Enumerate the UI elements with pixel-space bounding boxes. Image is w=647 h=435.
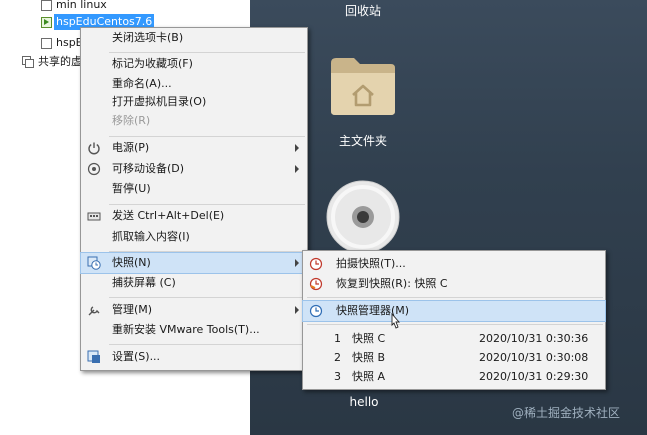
menu-separator bbox=[109, 52, 305, 53]
menu-item-label: 移除(R) bbox=[112, 114, 151, 127]
menu-item-label: 可移动设备(D) bbox=[112, 162, 185, 175]
menu-item-label: 电源(P) bbox=[112, 141, 150, 154]
menu-item-label: 关闭选项卡(B) bbox=[112, 31, 184, 44]
menu-item-label: 抓取输入内容(I) bbox=[112, 230, 190, 243]
vm-icon bbox=[41, 0, 52, 11]
watermark: @稀土掘金技术社区 bbox=[512, 406, 621, 420]
submenu-arrow-icon bbox=[295, 144, 299, 152]
snapshot-index: 3 bbox=[334, 370, 341, 383]
mouse-cursor-icon bbox=[391, 313, 400, 329]
vm-context-menu: 关闭选项卡(B) 标记为收藏项(F) 重命名(A)... 打开虚拟机目录(O) … bbox=[80, 27, 308, 371]
menu-item-label: 标记为收藏项(F) bbox=[112, 57, 193, 70]
snapshot-icon bbox=[87, 256, 101, 270]
submenu-arrow-icon bbox=[295, 165, 299, 173]
snapshot-name: 快照 A bbox=[352, 370, 386, 383]
menu-separator bbox=[307, 297, 603, 298]
menu-item-label: 管理(M) bbox=[112, 303, 153, 316]
take-snapshot-icon bbox=[309, 257, 323, 271]
library-item-min-linux[interactable]: min linux bbox=[38, 0, 238, 13]
snapshot-index: 1 bbox=[334, 332, 341, 345]
settings-icon bbox=[87, 350, 100, 363]
shared-vms-icon bbox=[22, 56, 34, 68]
library-item-label: 共享的虚 bbox=[38, 55, 82, 68]
menu-item-send-ctrl-alt-del[interactable]: 发送 Ctrl+Alt+Del(E) bbox=[81, 206, 307, 226]
menu-item-label: 拍摄快照(T)... bbox=[336, 257, 406, 270]
vm-icon bbox=[41, 38, 52, 49]
disc-icon[interactable] bbox=[326, 180, 400, 254]
menu-item-settings[interactable]: 设置(S)... bbox=[81, 347, 307, 367]
home-folder-label[interactable]: 主文件夹 bbox=[330, 132, 396, 149]
recycle-bin-label[interactable]: 回收站 bbox=[335, 2, 391, 19]
snapshot-index: 2 bbox=[334, 351, 341, 364]
menu-item-power[interactable]: 电源(P) bbox=[81, 138, 307, 158]
snapshot-time: 2020/10/31 0:29:30 bbox=[479, 370, 589, 383]
menu-item-manage[interactable]: 管理(M) bbox=[81, 300, 307, 320]
menu-item-label: 捕获屏幕 (C) bbox=[112, 276, 176, 289]
menu-item-remove[interactable]: 移除(R) bbox=[81, 111, 307, 131]
menu-item-open-vm-directory[interactable]: 打开虚拟机目录(O) bbox=[81, 92, 307, 112]
manage-icon bbox=[88, 306, 100, 316]
menu-item-revert-snapshot[interactable]: 恢复到快照(R): 快照 C bbox=[303, 274, 605, 294]
menu-item-rename[interactable]: 重命名(A)... bbox=[81, 74, 307, 94]
menu-item-pause[interactable]: 暂停(U) bbox=[81, 179, 307, 199]
snapshot-list-item[interactable]: 3 快照 A 2020/10/31 0:29:30 bbox=[303, 367, 605, 387]
menu-item-snapshot[interactable]: 快照(N) bbox=[80, 252, 308, 274]
menu-item-label: 设置(S)... bbox=[112, 350, 161, 363]
menu-item-mark-favorite[interactable]: 标记为收藏项(F) bbox=[81, 54, 307, 74]
library-item-label: min linux bbox=[56, 0, 107, 11]
revert-snapshot-icon bbox=[309, 277, 323, 291]
menu-item-close-tab[interactable]: 关闭选项卡(B) bbox=[81, 28, 307, 48]
disc-label[interactable]: hello bbox=[344, 395, 384, 409]
menu-item-label: 恢复到快照(R): 快照 C bbox=[336, 277, 448, 290]
library-item-label: hspE bbox=[56, 36, 83, 49]
menu-item-reinstall-vmware-tools[interactable]: 重新安装 VMware Tools(T)... bbox=[81, 320, 307, 340]
snapshot-manager-icon bbox=[309, 304, 323, 318]
keyboard-icon bbox=[87, 212, 101, 221]
snapshot-name: 快照 B bbox=[352, 351, 386, 364]
menu-separator bbox=[109, 136, 305, 137]
snapshot-list-item[interactable]: 2 快照 B 2020/10/31 0:30:08 bbox=[303, 348, 605, 368]
menu-item-take-snapshot[interactable]: 拍摄快照(T)... bbox=[303, 254, 605, 274]
power-icon bbox=[88, 142, 100, 155]
snapshot-submenu: 拍摄快照(T)... 恢复到快照(R): 快照 C 快照管理器(M) 1 快照 … bbox=[302, 250, 606, 390]
menu-item-label: 重命名(A)... bbox=[112, 77, 172, 90]
menu-separator bbox=[307, 324, 603, 325]
submenu-arrow-icon bbox=[295, 259, 299, 267]
snapshot-name: 快照 C bbox=[352, 332, 386, 345]
snapshot-time: 2020/10/31 0:30:08 bbox=[479, 351, 589, 364]
submenu-arrow-icon bbox=[295, 306, 299, 314]
menu-item-grab-input[interactable]: 抓取输入内容(I) bbox=[81, 227, 307, 247]
menu-item-snapshot-manager[interactable]: 快照管理器(M) bbox=[302, 300, 606, 322]
menu-item-label: 重新安装 VMware Tools(T)... bbox=[112, 323, 260, 336]
snapshot-time: 2020/10/31 0:30:36 bbox=[479, 332, 589, 345]
menu-separator bbox=[109, 344, 305, 345]
running-vm-icon bbox=[41, 17, 52, 28]
menu-separator bbox=[109, 297, 305, 298]
menu-item-label: 打开虚拟机目录(O) bbox=[112, 95, 207, 108]
menu-item-label: 发送 Ctrl+Alt+Del(E) bbox=[112, 209, 225, 222]
menu-item-capture-screen[interactable]: 捕获屏幕 (C) bbox=[81, 273, 307, 293]
removable-device-icon bbox=[87, 162, 101, 176]
snapshot-list-item[interactable]: 1 快照 C 2020/10/31 0:30:36 bbox=[303, 329, 605, 349]
menu-item-label: 快照(N) bbox=[112, 256, 151, 269]
menu-separator bbox=[109, 251, 305, 252]
menu-item-removable-devices[interactable]: 可移动设备(D) bbox=[81, 159, 307, 179]
menu-separator bbox=[109, 204, 305, 205]
home-folder-icon[interactable] bbox=[327, 53, 399, 119]
menu-item-label: 暂停(U) bbox=[112, 182, 151, 195]
